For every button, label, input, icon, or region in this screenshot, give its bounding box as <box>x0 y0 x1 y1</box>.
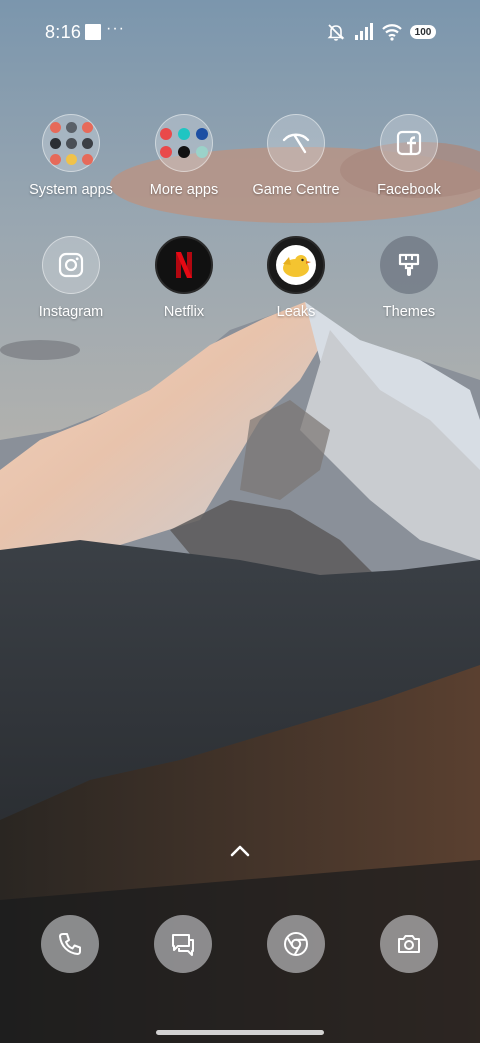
more-notifications-icon: ··· <box>106 20 125 37</box>
more-apps-folder-icon[interactable] <box>155 114 213 172</box>
app-label: Netflix <box>163 304 205 320</box>
app-label: Themes <box>382 304 436 320</box>
status-bar: 8:16 ··· 100 <box>0 0 480 64</box>
messages-icon <box>172 934 194 956</box>
netflix-icon[interactable] <box>155 236 213 294</box>
mute-bell-icon <box>327 24 345 41</box>
phone-icon <box>59 933 81 955</box>
chevron-up-icon[interactable] <box>228 842 252 860</box>
facebook-icon[interactable] <box>380 114 438 172</box>
app-label: Game Centre <box>252 182 340 198</box>
camera-icon <box>398 935 420 953</box>
folder-system-apps[interactable]: System apps <box>11 114 131 198</box>
app-label: Facebook <box>377 182 441 198</box>
dock-camera-button[interactable] <box>380 915 438 973</box>
folder-more-apps[interactable]: More apps <box>124 114 244 198</box>
app-label: Instagram <box>38 304 104 320</box>
app-game-centre[interactable]: Game Centre <box>236 114 356 198</box>
instagram-icon[interactable] <box>42 236 100 294</box>
app-label: More apps <box>149 182 219 198</box>
home-screen: 8:16 ··· 100 System apps More apps Game … <box>0 0 480 1043</box>
dock-messages-button[interactable] <box>154 915 212 973</box>
signal-icon <box>355 23 373 40</box>
app-netflix[interactable]: Netflix <box>124 236 244 320</box>
chrome-icon <box>284 932 308 956</box>
status-icons: 100 <box>326 20 436 44</box>
dock-phone-button[interactable] <box>41 915 99 973</box>
app-themes[interactable]: Themes <box>349 236 469 320</box>
app-label: Leaks <box>276 304 316 320</box>
home-indicator[interactable] <box>156 1030 324 1035</box>
app-label: System apps <box>29 182 113 198</box>
app-instagram[interactable]: Instagram <box>11 236 131 320</box>
themes-brush-icon[interactable] <box>380 236 438 294</box>
leaks-icon[interactable] <box>267 236 325 294</box>
clock: 8:16 <box>45 22 82 42</box>
wifi-icon <box>382 24 402 41</box>
system-apps-folder-icon[interactable] <box>42 114 100 172</box>
dock-browser-button[interactable] <box>267 915 325 973</box>
game-centre-icon[interactable] <box>267 114 325 172</box>
battery-indicator: 100 <box>410 25 436 39</box>
app-leaks[interactable]: Leaks <box>236 236 356 320</box>
notification-icon <box>85 24 101 40</box>
app-facebook[interactable]: Facebook <box>349 114 469 198</box>
